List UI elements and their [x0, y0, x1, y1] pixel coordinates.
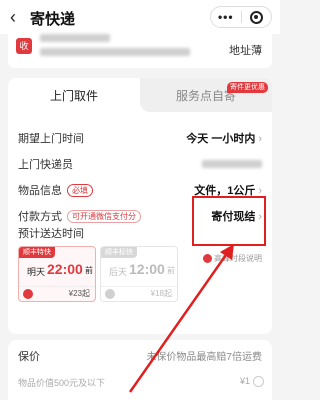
annotation-arrow [128, 244, 234, 393]
annotation-arrow-shaft [128, 251, 230, 393]
annotation-arrow-head [220, 244, 234, 260]
